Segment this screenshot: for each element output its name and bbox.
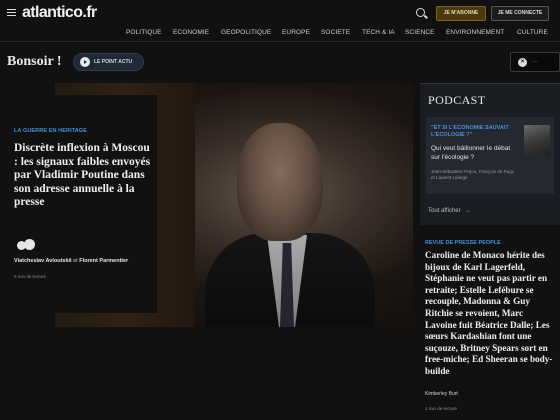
side-article-author[interactable]: Kimberley Burt bbox=[425, 391, 458, 397]
nav-item-economie[interactable]: ECONOMIE bbox=[173, 29, 209, 36]
podcast-title: PODCAST bbox=[428, 93, 486, 107]
side-article-kicker[interactable]: REVUE DE PRESSE PEOPLE bbox=[425, 240, 501, 246]
arrow-right-icon: → bbox=[464, 208, 471, 214]
point-actu-button[interactable]: LE POINT ACTU bbox=[73, 53, 144, 71]
nav-item-tech-ia[interactable]: TECH & IA bbox=[362, 29, 395, 36]
nav-item-societe[interactable]: SOCIETE bbox=[321, 29, 350, 36]
hero-authors: Viatcheslav Avioutskii et Florent Parmen… bbox=[14, 258, 129, 264]
author-link[interactable]: Viatcheslav Avioutskii bbox=[14, 258, 72, 264]
author-link[interactable]: Florent Parmentier bbox=[79, 258, 128, 264]
podcast-panel: PODCAST "ET SI L'ECONOMIE SAUVAIT L'ECOL… bbox=[420, 83, 560, 225]
hero-readtime: 5 min de lecture bbox=[14, 274, 47, 279]
login-button[interactable]: JE ME CONNECTE bbox=[491, 6, 549, 21]
podcast-card-title[interactable]: Qui veut bâillonner le débat sur l'écolo… bbox=[431, 144, 519, 162]
point-actu-label: LE POINT ACTU bbox=[94, 59, 133, 65]
podcast-show-all-link[interactable]: Tout afficher → bbox=[428, 208, 471, 214]
play-icon bbox=[80, 57, 90, 67]
nav-item-geopolitique[interactable]: GEOPOLITIQUE bbox=[221, 29, 271, 36]
header-divider bbox=[0, 41, 560, 42]
nav-item-politique[interactable]: POLITIQUE bbox=[126, 29, 162, 36]
greeting: Bonsoir ! bbox=[7, 54, 62, 69]
podcast-card-guests: Jean-Sébastien Ferjou, François de Rugy … bbox=[431, 169, 515, 180]
side-article-readtime: 1 min de lecture bbox=[425, 406, 458, 411]
podcast-card-kicker: "ET SI L'ECONOMIE SAUVAIT L'ECOLOGIE ?" bbox=[431, 125, 509, 138]
podcast-thumbnail[interactable] bbox=[524, 125, 550, 155]
hamburger-menu-icon[interactable] bbox=[7, 9, 16, 16]
audio-player-label: ··· bbox=[532, 59, 538, 65]
nav-item-science[interactable]: SCIENCE bbox=[405, 29, 435, 36]
hero-title[interactable]: Discrète inflexion à Moscou : les signau… bbox=[14, 142, 152, 210]
subscribe-button[interactable]: JE M'ABONNE bbox=[436, 6, 486, 21]
podcast-card[interactable]: "ET SI L'ECONOMIE SAUVAIT L'ECOLOGIE ?" … bbox=[426, 117, 554, 194]
nav-item-europe[interactable]: EUROPE bbox=[282, 29, 310, 36]
author-avatars bbox=[14, 239, 38, 251]
nav-item-culture[interactable]: CULTURE bbox=[517, 29, 548, 36]
search-icon[interactable] bbox=[416, 8, 425, 17]
hero-article-card[interactable]: LA GUERRE EN HERITAGE Discrète inflexion… bbox=[7, 95, 157, 313]
hero-kicker[interactable]: LA GUERRE EN HERITAGE bbox=[14, 128, 87, 134]
main-nav: POLITIQUE ECONOMIE GEOPOLITIQUE EUROPE S… bbox=[0, 27, 560, 39]
site-logo[interactable]: atlantico.fr bbox=[22, 4, 97, 22]
audio-player-button[interactable]: × ··· bbox=[510, 52, 560, 72]
side-article-title[interactable]: Caroline de Monaco hérite des bijoux de … bbox=[425, 250, 557, 378]
top-bar: atlantico.fr JE M'ABONNE JE ME CONNECTE bbox=[0, 0, 560, 26]
close-icon: × bbox=[518, 58, 527, 67]
avatar bbox=[24, 239, 35, 250]
nav-item-environnement[interactable]: ENVIRONNEMENT bbox=[446, 29, 504, 36]
